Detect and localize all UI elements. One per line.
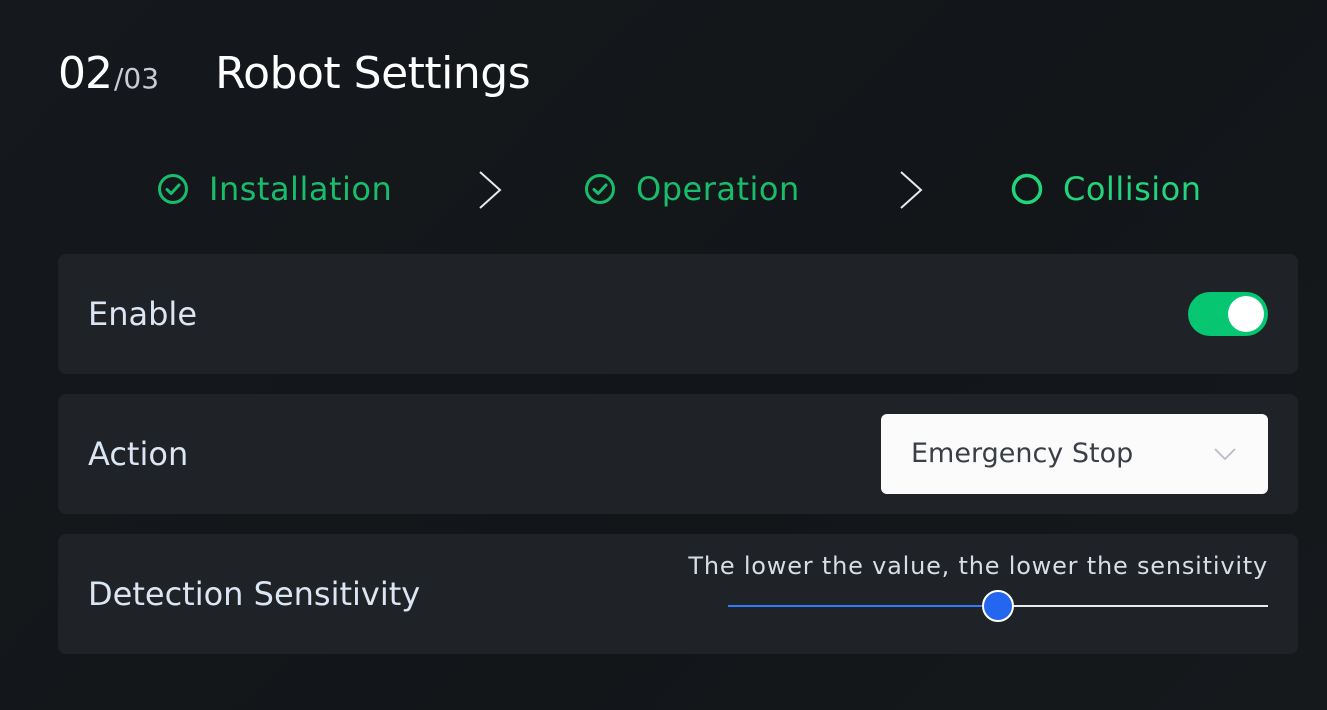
action-label: Action <box>88 435 189 473</box>
progress-stepper: Installation Operation Collision <box>0 160 1327 218</box>
chevron-down-icon <box>1214 448 1236 461</box>
sensitivity-label: Detection Sensitivity <box>88 575 421 613</box>
step-installation[interactable]: Installation <box>157 160 392 218</box>
step-label: Installation <box>209 170 393 208</box>
action-setting-row: Action Emergency Stop <box>58 394 1298 514</box>
step-counter-total: /03 <box>114 62 160 95</box>
page-title: Robot Settings <box>215 48 531 99</box>
circle-icon <box>1011 173 1043 205</box>
action-select-value: Emergency Stop <box>911 438 1134 469</box>
page-header: 02 /03 Robot Settings <box>58 48 531 99</box>
action-select[interactable]: Emergency Stop <box>881 414 1268 494</box>
check-circle-icon <box>158 174 188 204</box>
check-circle-icon <box>585 174 615 204</box>
sensitivity-setting-row: Detection Sensitivity The lower the valu… <box>58 534 1298 654</box>
chevron-right-icon <box>479 171 502 209</box>
step-label: Collision <box>1063 170 1202 208</box>
enable-label: Enable <box>88 295 197 333</box>
sensitivity-hint: The lower the value, the lower the sensi… <box>688 552 1268 580</box>
step-counter-current: 02 <box>58 48 113 99</box>
slider-thumb[interactable] <box>982 590 1014 622</box>
slider-fill <box>728 605 998 607</box>
step-operation[interactable]: Operation <box>584 160 800 218</box>
toggle-knob <box>1228 296 1264 332</box>
chevron-right-icon <box>900 171 923 209</box>
step-collision[interactable]: Collision <box>1011 160 1202 218</box>
sensitivity-slider[interactable] <box>728 590 1268 622</box>
enable-toggle[interactable] <box>1188 292 1268 336</box>
step-label: Operation <box>636 170 800 208</box>
enable-setting-row: Enable <box>58 254 1298 374</box>
